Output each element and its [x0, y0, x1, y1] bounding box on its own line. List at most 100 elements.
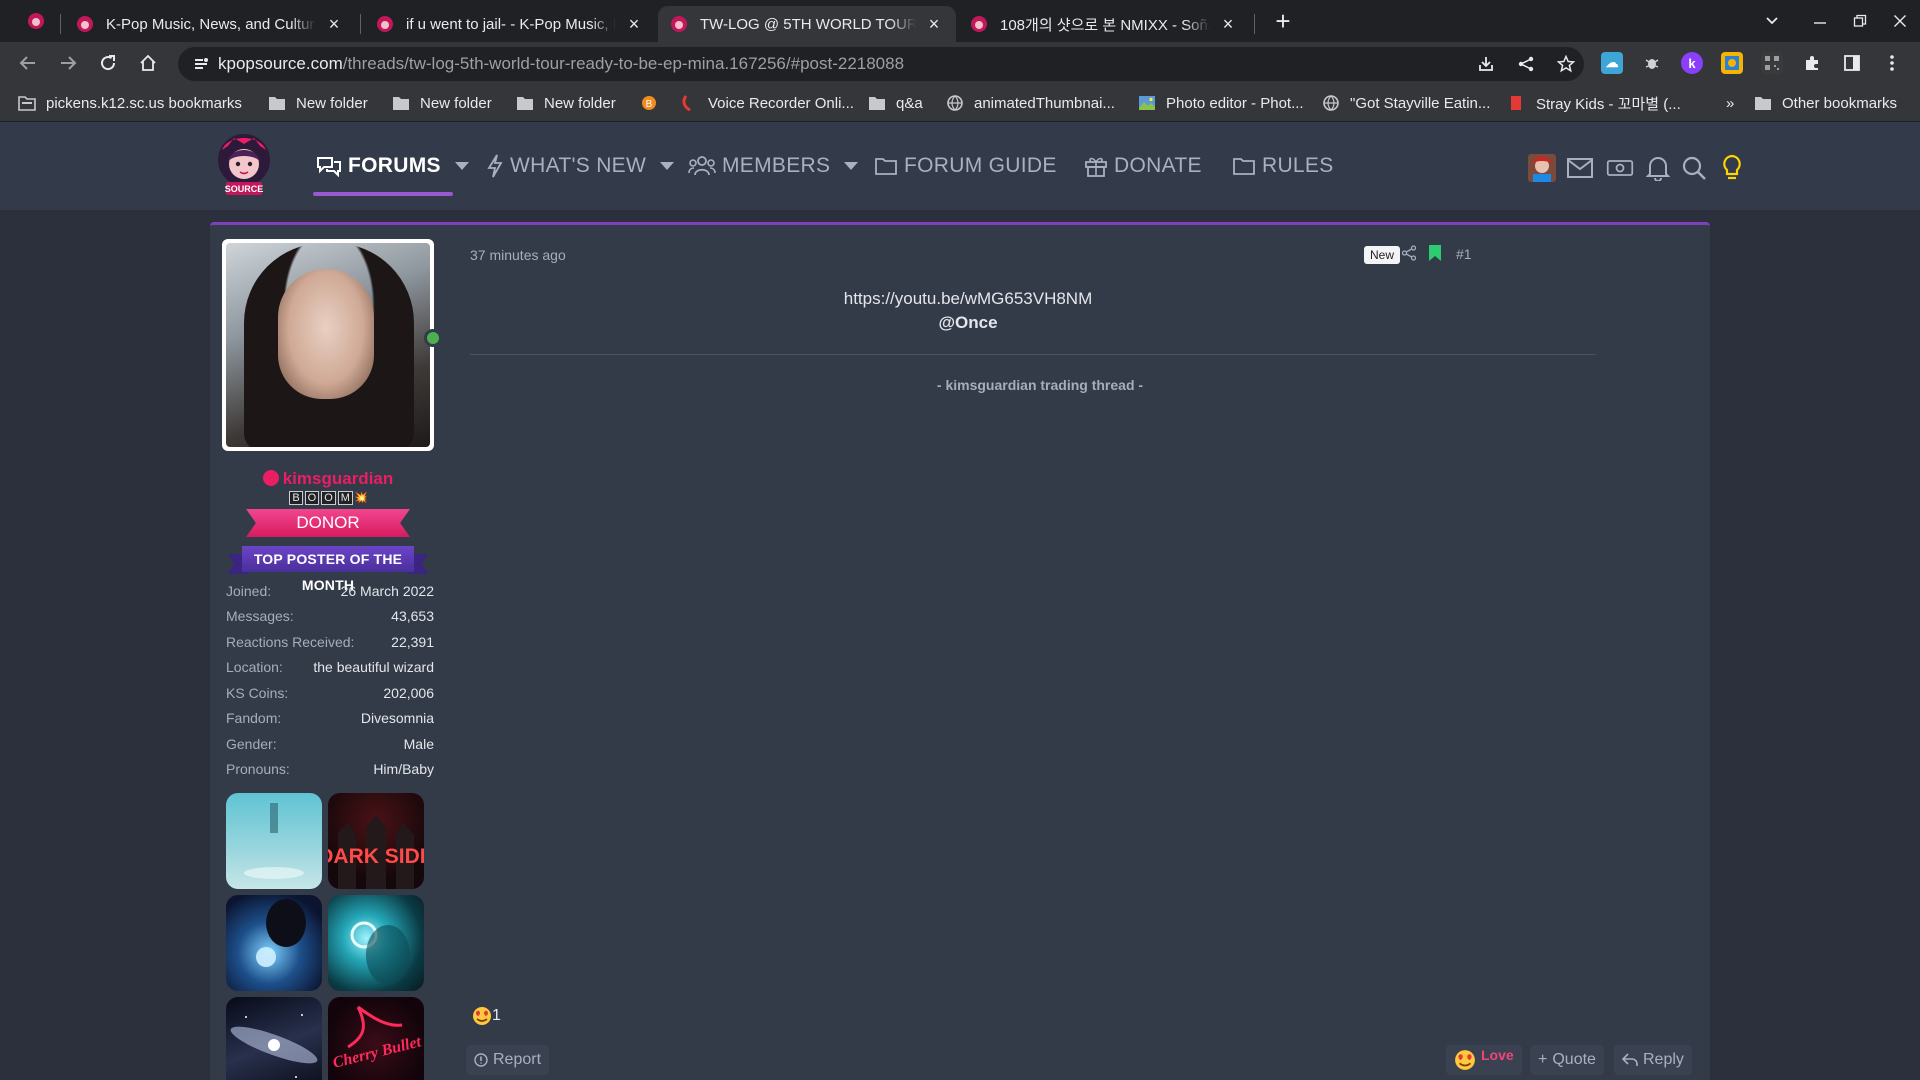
browser-tab-bar: K-Pop Music, News, and Culture × if u we… — [0, 0, 1920, 42]
share-icon[interactable] — [1401, 245, 1417, 261]
nav-whats-new[interactable]: WHAT'S NEW — [486, 148, 675, 184]
nav-forums[interactable]: FORUMS — [316, 148, 469, 184]
pinned-tab[interactable] — [18, 8, 54, 34]
post-timestamp[interactable]: 37 minutes ago — [470, 247, 566, 263]
minimize-icon[interactable] — [1800, 0, 1840, 42]
red-site-icon — [682, 95, 691, 111]
signature-badge-dark-side: DARK SIDE — [328, 793, 424, 889]
bookmark-stayville[interactable]: "Got Stayville Eatin... — [1322, 93, 1490, 113]
tab-twlog-active[interactable]: TW-LOG @ 5TH WORLD TOUR 'R × — [658, 6, 956, 42]
extensions-puzzle-icon[interactable] — [1801, 52, 1823, 74]
tab-jail-thread[interactable]: if u went to jail- - K-Pop Music, N × — [364, 6, 656, 42]
bookmark-stray-kids[interactable]: Stray Kids - 꼬마별 (... — [1508, 93, 1681, 113]
report-button[interactable]: Report — [466, 1045, 550, 1075]
coins-cash-icon[interactable] — [1606, 154, 1634, 182]
report-warning-icon — [474, 1053, 488, 1067]
reply-button[interactable]: Reply — [1614, 1045, 1692, 1075]
close-icon[interactable]: × — [1218, 14, 1238, 34]
bookmark-folder-pickens[interactable]: pickens.k12.sc.us bookmarks — [18, 93, 242, 113]
restore-icon[interactable] — [1840, 0, 1880, 42]
bookmark-other-bookmarks[interactable]: Other bookmarks — [1754, 93, 1897, 113]
folder-icon — [269, 97, 285, 110]
kpopsource-logo[interactable]: SOURCE — [214, 132, 274, 200]
bookmark-orange-site[interactable]: B — [640, 93, 668, 113]
forward-arrow-icon[interactable] — [53, 48, 83, 78]
tab-title: 108개의 샷으로 본 NMIXX - Soñar — [1000, 16, 1210, 34]
cloud-extension-icon[interactable]: ☁ — [1601, 52, 1623, 74]
nav-rules[interactable]: RULES — [1232, 148, 1334, 184]
orange-site-icon: B — [642, 96, 656, 110]
dropdown-caret-icon[interactable] — [844, 162, 859, 170]
url-text: kpopsource.com/threads/tw-log-5th-world-… — [218, 54, 905, 73]
bookmark-folder-new-1[interactable]: New folder — [268, 93, 368, 113]
k-extension-icon[interactable]: k — [1681, 52, 1703, 74]
bookmark-animated-thumbnail[interactable]: animatedThumbnai... — [946, 93, 1115, 113]
user-stat-fandom: Fandom: Divesomnia — [226, 710, 434, 726]
logo-text: SOURCE — [225, 184, 264, 194]
photo-extension-icon[interactable] — [1721, 52, 1743, 74]
bookmark-folder-new-3[interactable]: New folder — [516, 93, 616, 113]
close-icon[interactable]: × — [624, 14, 644, 34]
forum-chat-icon — [317, 157, 341, 177]
notification-bell-icon[interactable] — [1644, 154, 1672, 182]
close-icon[interactable]: × — [324, 14, 344, 34]
love-reaction-button[interactable]: Love — [1446, 1045, 1522, 1075]
nav-members[interactable]: MEMBERS — [688, 148, 859, 184]
gift-icon — [1085, 157, 1107, 177]
home-icon[interactable] — [133, 48, 163, 78]
reactions-summary[interactable]: 1 — [472, 1006, 501, 1026]
user-stat-pronouns: Pronouns: Him/Baby — [226, 761, 434, 777]
folder-icon — [517, 97, 533, 110]
site-navigation: SOURCE FORUMS WHAT'S NEW MEMBERS FORUM G… — [0, 122, 1920, 210]
tab-search-chevron-icon[interactable] — [1752, 0, 1792, 42]
lightbulb-icon[interactable] — [1718, 154, 1746, 182]
bookmark-photo-editor[interactable]: Photo editor - Phot... — [1138, 93, 1304, 113]
user-avatar-small[interactable] — [1528, 154, 1556, 182]
close-window-icon[interactable] — [1880, 0, 1920, 42]
bookmark-icon[interactable] — [1428, 244, 1442, 262]
avatar[interactable] — [222, 239, 434, 451]
close-icon[interactable]: × — [924, 14, 944, 34]
username-link[interactable]: kimsguardian — [222, 469, 434, 489]
side-panel-icon[interactable] — [1841, 52, 1863, 74]
avatar-image — [226, 243, 430, 447]
kpopsource-favicon-icon — [77, 16, 93, 32]
folder-icon — [1755, 97, 1771, 110]
post-number-link[interactable]: #1 — [1456, 246, 1472, 262]
new-badge: New — [1364, 246, 1401, 264]
tab-nmixx[interactable]: 108개의 샷으로 본 NMIXX - Soñar × — [958, 6, 1250, 42]
user-mention-link[interactable]: @Once — [464, 311, 1472, 335]
user-stat-reactions: Reactions Received: 22,391 — [226, 634, 434, 650]
share-icon[interactable] — [1514, 52, 1538, 76]
top-poster-banner: TOP POSTER OF THE MONTH — [228, 544, 428, 593]
bookmark-star-icon[interactable] — [1554, 52, 1578, 76]
reload-icon[interactable] — [93, 48, 123, 78]
install-download-icon[interactable] — [1474, 52, 1498, 76]
globe-icon — [947, 95, 963, 111]
inbox-envelope-icon[interactable] — [1566, 154, 1594, 182]
bookmark-voice-recorder[interactable]: Voice Recorder Onli... — [680, 93, 854, 113]
tab-kpop-music[interactable]: K-Pop Music, News, and Culture × — [64, 6, 356, 42]
folder-icon — [869, 97, 885, 110]
nav-donate[interactable]: DONATE — [1084, 148, 1202, 184]
bookmark-folder-qa[interactable]: q&a — [868, 93, 923, 113]
bookmark-folder-new-2[interactable]: New folder — [392, 93, 492, 113]
search-icon[interactable] — [1680, 154, 1708, 182]
address-bar[interactable]: kpopsource.com/threads/tw-log-5th-world-… — [178, 47, 1584, 81]
kebab-menu-icon[interactable] — [1881, 52, 1903, 74]
signature-badge-galaxy — [226, 997, 322, 1080]
new-tab-plus-icon[interactable]: + — [1268, 6, 1298, 36]
tab-title: TW-LOG @ 5TH WORLD TOUR 'R — [700, 15, 916, 33]
youtube-link[interactable]: https://youtu.be/wMG653VH8NM — [464, 287, 1472, 311]
back-arrow-icon[interactable] — [13, 48, 43, 78]
qr-extension-icon[interactable] — [1761, 52, 1783, 74]
bug-extension-icon[interactable] — [1641, 52, 1663, 74]
bookmarks-overflow-chevron[interactable]: » — [1726, 93, 1734, 113]
love-eyes-emoji-icon — [1455, 1050, 1475, 1070]
site-info-icon[interactable] — [192, 55, 210, 73]
dropdown-caret-icon[interactable] — [660, 162, 675, 170]
dropdown-caret-icon[interactable] — [454, 162, 469, 170]
quote-button[interactable]: + Quote — [1530, 1045, 1604, 1075]
nav-forum-guide[interactable]: FORUM GUIDE — [874, 148, 1057, 184]
donor-banner: DONOR — [246, 509, 410, 537]
